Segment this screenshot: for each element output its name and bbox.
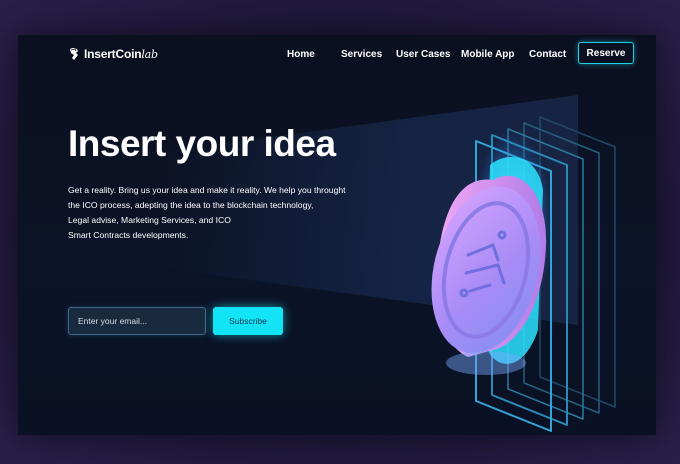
nav-item-mobile-app[interactable]: Mobile App xyxy=(461,49,515,60)
hero-headline: Insert your idea xyxy=(68,123,336,164)
reserve-button[interactable]: Reserve xyxy=(578,42,634,64)
top-nav: InsertCoinlab Home Services User Cases M… xyxy=(18,35,656,75)
brand-name: InsertCoinlab xyxy=(84,47,158,61)
brand-name-suffix: lab xyxy=(141,48,158,61)
nav-item-services[interactable]: Services xyxy=(341,49,382,60)
email-input[interactable] xyxy=(68,307,206,335)
nav-item-home[interactable]: Home xyxy=(287,49,315,60)
landing-page: InsertCoinlab Home Services User Cases M… xyxy=(18,35,656,435)
brand-name-main: InsertCoin xyxy=(84,47,142,61)
nav-item-contact[interactable]: Contact xyxy=(529,49,566,60)
coin-hand-icon xyxy=(70,47,78,60)
hero-description: Get a reality. Bring us your idea and ma… xyxy=(68,183,378,243)
hero-description-line: Legal advise, Marketing Services, and IC… xyxy=(68,215,231,225)
subscribe-button[interactable]: Subscribe xyxy=(213,307,283,335)
nav-item-user-cases[interactable]: User Cases xyxy=(396,49,450,60)
hero-description-line: Smart Contracts developments. xyxy=(68,230,189,240)
coin-slot-illustration xyxy=(431,116,616,432)
hero-description-line: Get a reality. Bring us your idea and ma… xyxy=(68,185,346,195)
brand-logo[interactable]: InsertCoinlab xyxy=(68,47,158,61)
hero-description-line: the ICO process, adepting the idea to th… xyxy=(68,200,314,210)
